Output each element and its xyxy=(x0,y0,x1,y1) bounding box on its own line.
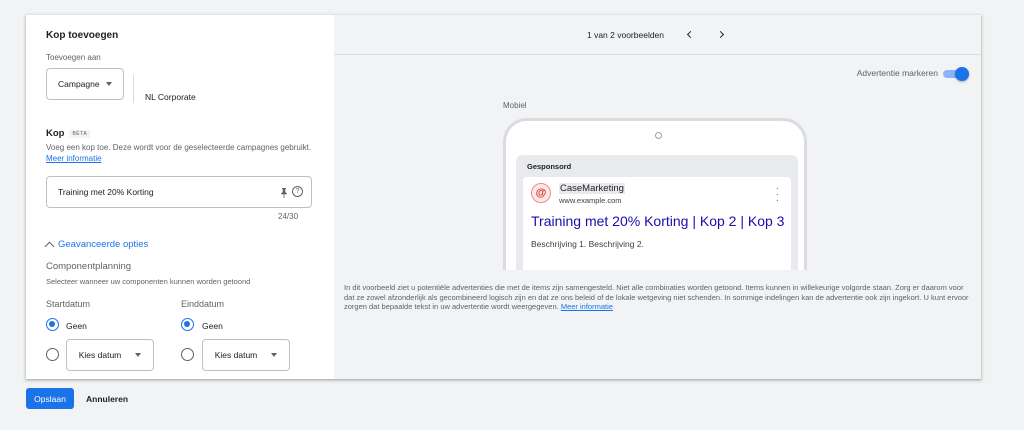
save-button[interactable]: Opslaan xyxy=(26,388,74,409)
cancel-button[interactable]: Annuleren xyxy=(86,388,128,409)
help-icon[interactable]: ? xyxy=(292,186,303,197)
component-planning-title: Componentplanning xyxy=(46,261,132,272)
chevron-right-icon xyxy=(716,30,724,39)
pager-text: 1 van 2 voorbeelden xyxy=(586,29,665,40)
headline-section-label: Kop xyxy=(46,128,65,139)
end-date-select-value: Kies datum xyxy=(214,350,258,360)
headline-section-title: Kop BÈTA xyxy=(46,128,91,139)
end-none-radio[interactable] xyxy=(181,318,194,331)
display-url: www.example.com xyxy=(559,196,622,205)
pin-icon[interactable] xyxy=(280,188,288,198)
ad-preview-card: @ CaseMarketing www.example.com · · · Trai… xyxy=(523,177,791,270)
preview-panel: 1 van 2 voorbeelden Advertentie markeren… xyxy=(334,15,981,379)
ad-description: Beschrijving 1. Beschrijving 2. xyxy=(531,239,644,249)
headline-description-text: Voeg een kop toe. Deze wordt voor de ges… xyxy=(46,143,312,152)
scope-select[interactable]: Campagne xyxy=(46,68,124,100)
disclaimer-more-info-link[interactable]: Meer informatie xyxy=(561,302,613,311)
end-pick-radio[interactable] xyxy=(181,348,194,361)
advertiser-name: CaseMarketing xyxy=(559,183,625,194)
device-label: Mobiel xyxy=(503,101,527,110)
component-planning-description: Selecteer wanneer uw componenten kunnen … xyxy=(46,277,251,286)
preview-pager: 1 van 2 voorbeelden xyxy=(334,15,981,55)
divider xyxy=(133,75,134,103)
start-none-label: Geen xyxy=(66,321,87,331)
end-none-label: Geen xyxy=(202,321,223,331)
next-button[interactable] xyxy=(714,28,728,42)
start-date-select-value: Kies datum xyxy=(78,350,122,360)
phone-frame: Gesponsord @ CaseMarketing www.example.c… xyxy=(503,118,807,270)
preview-disclaimer: In dit voorbeeld ziet u potentiële adver… xyxy=(344,283,969,312)
end-date-select[interactable]: Kies datum xyxy=(202,339,290,371)
form-title: Kop toevoegen xyxy=(46,30,119,41)
start-date-label: Startdatum xyxy=(46,299,91,309)
start-date-select[interactable]: Kies datum xyxy=(66,339,154,371)
headline-input[interactable]: Training met 20% Korting ? xyxy=(46,176,312,208)
more-info-link[interactable]: Meer informatie xyxy=(46,154,102,163)
add-headline-card: Kop toevoegen Toevoegen aan Campagne NL … xyxy=(26,15,981,379)
disclaimer-text: In dit voorbeeld ziet u potentiële adver… xyxy=(344,283,969,311)
camera-icon xyxy=(655,132,662,139)
phone-screen: Gesponsord @ CaseMarketing www.example.c… xyxy=(516,155,798,270)
dropdown-arrow-icon xyxy=(271,353,278,357)
dropdown-arrow-icon xyxy=(135,353,142,357)
phone-preview: Gesponsord @ CaseMarketing www.example.c… xyxy=(503,118,807,270)
chevron-up-icon xyxy=(44,241,55,252)
beta-badge: BÈTA xyxy=(69,129,91,138)
headline-input-value: Training met 20% Korting xyxy=(58,187,154,197)
advanced-options-label: Geavanceerde opties xyxy=(58,239,149,250)
campaign-name: NL Corporate xyxy=(145,92,196,102)
highlight-ad-toggle[interactable] xyxy=(941,67,969,81)
character-counter: 24/30 xyxy=(278,212,299,221)
headline-description: Voeg een kop toe. Deze wordt voor de ges… xyxy=(46,142,316,164)
advanced-options-toggle[interactable]: Geavanceerde opties xyxy=(44,239,149,252)
advertiser-logo-icon: @ xyxy=(531,183,551,203)
chevron-left-icon xyxy=(686,30,694,39)
previous-button[interactable] xyxy=(682,28,696,42)
toggle-thumb xyxy=(955,67,969,81)
sponsored-label: Gesponsord xyxy=(527,162,572,171)
highlight-ad-label: Advertentie markeren xyxy=(856,68,938,78)
end-date-label: Einddatum xyxy=(181,299,225,309)
more-vert-icon[interactable]: · · · xyxy=(776,184,779,206)
ad-headline: Training met 20% Korting | Kop 2 | Kop 3 xyxy=(531,213,785,229)
start-none-radio[interactable] xyxy=(46,318,59,331)
dropdown-arrow-icon xyxy=(105,82,112,86)
form-panel: Kop toevoegen Toevoegen aan Campagne NL … xyxy=(26,15,334,379)
add-to-label: Toevoegen aan xyxy=(46,53,101,62)
start-pick-radio[interactable] xyxy=(46,348,59,361)
scope-select-value: Campagne xyxy=(58,79,100,89)
